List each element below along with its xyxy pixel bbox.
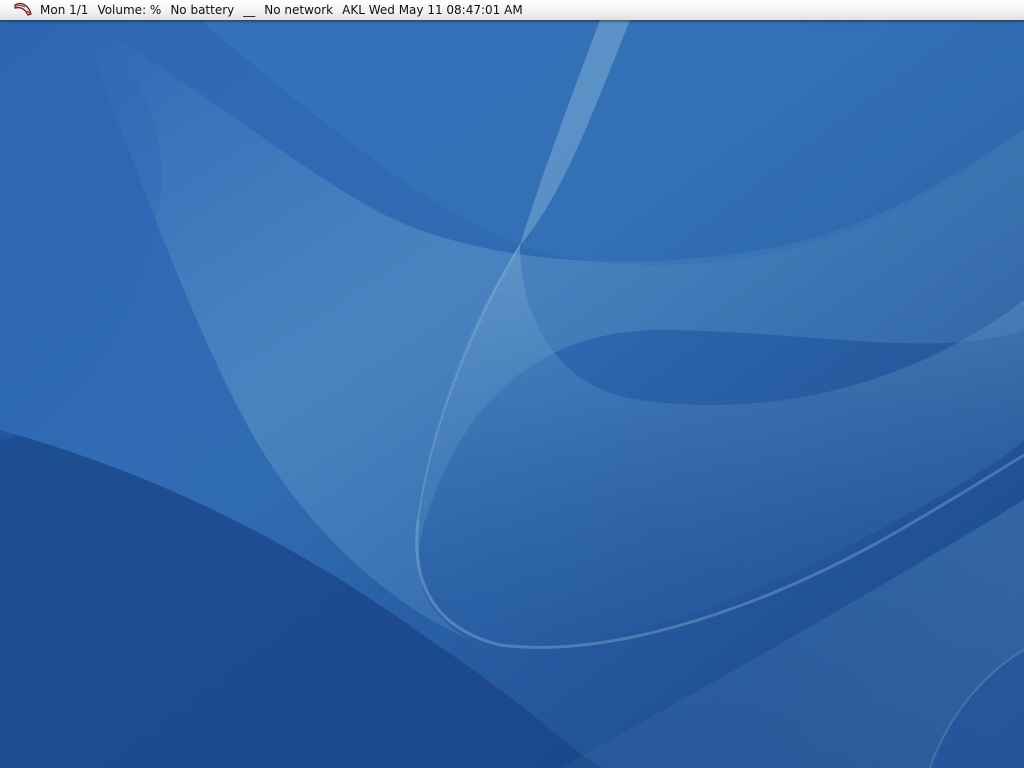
desktop-wallpaper [0,0,1024,768]
separator-indicator: __ [243,3,256,17]
battery-status: No battery [170,3,235,17]
status-bar: Mon 1/1 Volume: % No battery __ No netwo… [0,0,1024,20]
clock[interactable]: AKL Wed May 11 08:47:01 AM [342,0,523,20]
scarf-logo-icon[interactable] [12,1,34,19]
network-status[interactable]: No network [264,0,333,20]
workspace-indicator[interactable]: Mon 1/1 [40,0,88,20]
volume-status[interactable]: Volume: % [97,0,161,20]
